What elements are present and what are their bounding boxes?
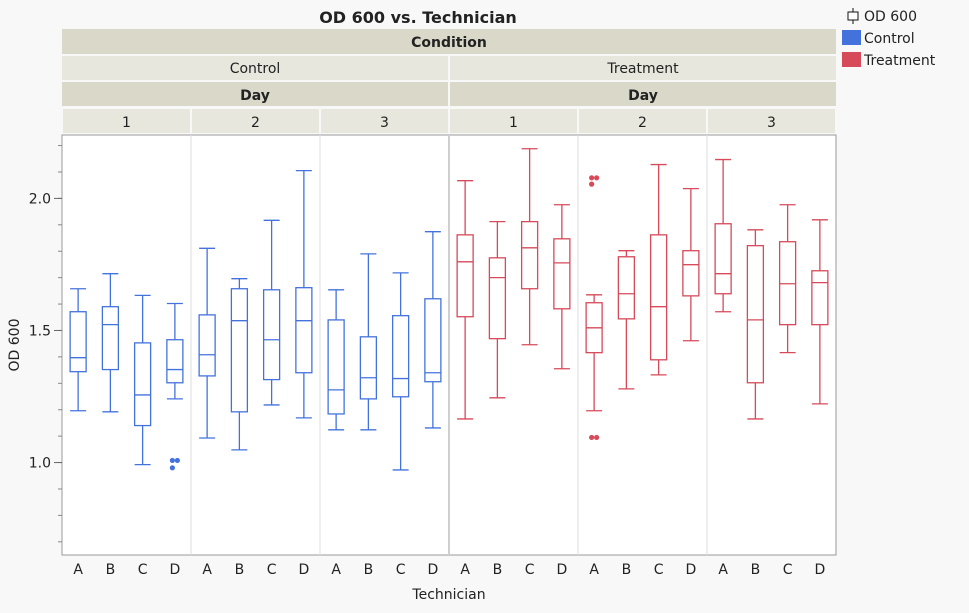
x-tick-label: D — [685, 562, 696, 578]
x-axis-label: Technician — [411, 587, 485, 603]
y-tick-label: 1.0 — [29, 456, 51, 472]
x-tick-label: D — [169, 562, 180, 578]
outlier-point — [594, 434, 600, 441]
x-tick-label: B — [235, 562, 245, 578]
x-tick-label: A — [589, 562, 599, 578]
x-tick-label: A — [73, 562, 83, 578]
x-tick-label: A — [331, 562, 341, 578]
day-label: 2 — [251, 115, 260, 131]
x-tick-label: A — [718, 562, 728, 578]
legend-swatch — [842, 30, 861, 45]
x-tick-label: A — [460, 562, 470, 578]
x-tick-label: B — [622, 562, 632, 578]
box-plot-legend-icon — [847, 11, 859, 21]
legend-title: OD 600 — [864, 9, 917, 25]
day-label: 1 — [122, 115, 131, 131]
condition-header-label: Condition — [411, 35, 487, 51]
x-tick-label: C — [783, 562, 793, 578]
day-header-label: Day — [628, 88, 658, 104]
x-tick-label: D — [298, 562, 309, 578]
y-axis-label: OD 600 — [7, 319, 23, 372]
y-tick-label: 2.0 — [29, 191, 51, 207]
outlier-point — [589, 434, 595, 441]
chart-title: OD 600 vs. Technician — [319, 8, 517, 27]
legend-label: Treatment — [863, 53, 936, 69]
legend-swatch — [842, 52, 861, 67]
x-tick-label: D — [427, 562, 438, 578]
outlier-point — [169, 465, 175, 471]
x-tick-label: B — [751, 562, 761, 578]
condition-label: Treatment — [606, 61, 679, 77]
box-plot-chart: OD 600 vs. Technician OD 600 Technician … — [7, 8, 936, 603]
legend-label: Control — [864, 31, 915, 47]
x-tick-label: B — [106, 562, 116, 578]
outlier-point — [174, 457, 180, 464]
outlier-point — [589, 181, 595, 187]
x-tick-label: D — [814, 562, 825, 578]
day-label: 3 — [767, 115, 776, 131]
y-tick-label: 1.5 — [29, 323, 51, 339]
outlier-point — [169, 457, 175, 464]
x-tick-label: C — [525, 562, 535, 578]
x-tick-label: B — [364, 562, 374, 578]
condition-label: Control — [230, 61, 281, 77]
x-tick-label: B — [493, 562, 503, 578]
x-tick-label: C — [396, 562, 406, 578]
outlier-point — [594, 175, 600, 181]
x-tick-label: C — [267, 562, 277, 578]
day-label: 2 — [638, 115, 647, 131]
x-tick-label: D — [556, 562, 567, 578]
x-tick-label: C — [654, 562, 664, 578]
x-tick-label: C — [138, 562, 148, 578]
x-tick-label: A — [202, 562, 212, 578]
day-label: 1 — [509, 115, 518, 131]
outlier-point — [589, 175, 595, 181]
day-label: 3 — [380, 115, 389, 131]
day-header-label: Day — [240, 88, 270, 104]
